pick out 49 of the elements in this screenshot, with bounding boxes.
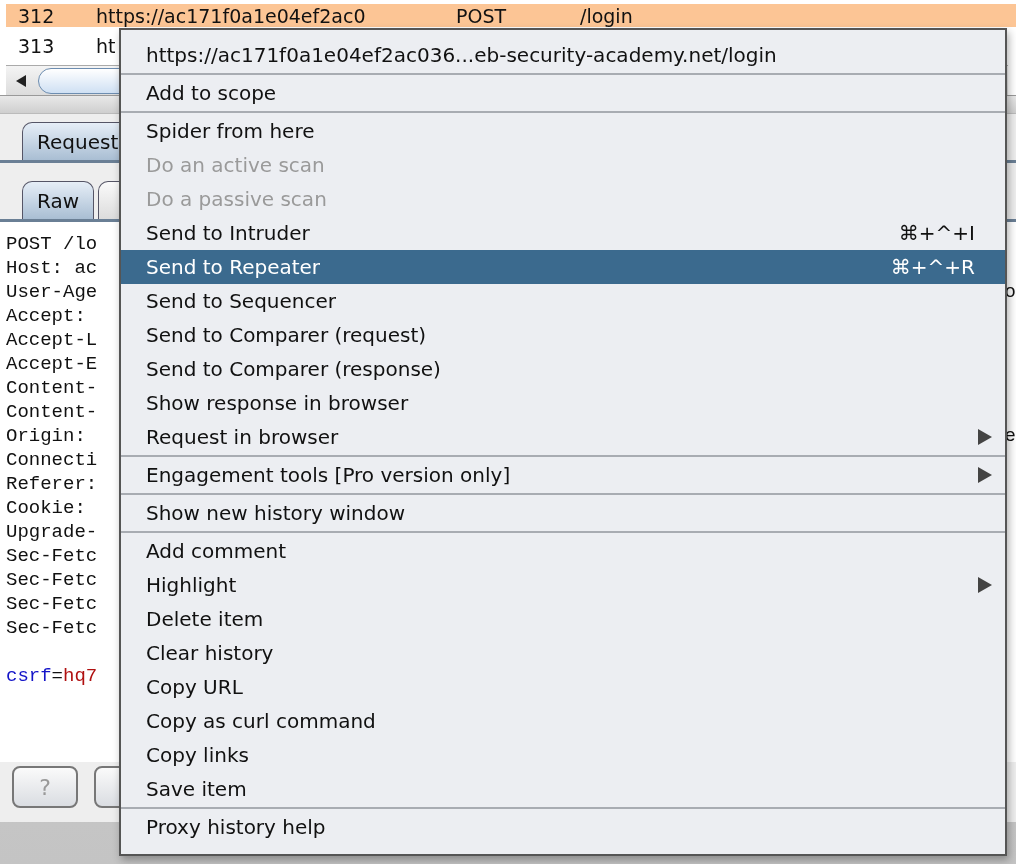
code-line: Accept-L [6,329,98,351]
table-cell: 312 [18,4,55,27]
table-cell: ht [96,35,116,57]
table-row[interactable]: 312 https://ac171f0a1e04ef2ac0 POST /login [6,4,1016,27]
table-cell: /login [580,4,633,27]
code-line: Accept-E [6,353,98,375]
code-line: POST /lo [6,233,98,255]
code-line: Sec-Fetc [6,593,98,615]
menu-item[interactable]: Copy links [121,738,1005,772]
code-line: Cookie: [6,497,86,519]
menu-item[interactable]: https://ac171f0a1e04ef2ac036...eb-security-academy.net/login [121,38,1005,72]
menu-item[interactable]: Show new history window [121,496,1005,530]
menu-item[interactable]: Add to scope [121,76,1005,110]
code-line: Sec-Fetc [6,569,98,591]
menu-item[interactable]: Send to Intruder ⌘+^+I [121,216,1005,250]
menu-item[interactable]: Proxy history help [121,810,1005,844]
code-line: Connecti [6,449,98,471]
menu-item[interactable]: Show response in browser [121,386,1005,420]
menu-item[interactable]: Send to Repeater ⌘+^+R [121,250,1005,284]
menu-item[interactable]: Send to Comparer (request) [121,318,1005,352]
code-line: Host: ac [6,257,98,279]
code-line: Sec-Fetc [6,617,98,639]
code-line: Accept: [6,305,86,327]
menu-item[interactable]: Copy URL [121,670,1005,704]
menu-item[interactable]: Clear history [121,636,1005,670]
code-line: Sec-Fetc [6,545,98,567]
code-line: csrf=hq7 [6,665,98,687]
table-cell: 313 [18,35,55,57]
menu-item[interactable]: Engagement tools [Pro version only] [121,458,1005,492]
tab[interactable]: Raw [22,181,95,219]
menu-item[interactable]: Copy as curl command [121,704,1005,738]
menu-item[interactable]: Highlight [121,568,1005,602]
menu-item[interactable]: Send to Sequencer [121,284,1005,318]
shortcut-label: ⌘+^+R [890,255,975,279]
menu-item[interactable]: Add comment [121,534,1005,568]
menu-item[interactable]: Save item [121,772,1005,806]
table-cell: POST [456,4,507,27]
code-line: Content- [6,377,98,399]
shortcut-label: ⌘+^+I [898,221,975,245]
left-arrow-icon[interactable] [14,73,28,88]
code-line: Content- [6,401,98,423]
code-line: Origin: [6,425,86,447]
menu-item[interactable]: Send to Comparer (response) [121,352,1005,386]
table-cell: https://ac171f0a1e04ef2ac0 [96,4,366,27]
code-line: Referer: [6,473,98,495]
menu-item[interactable]: Delete item [121,602,1005,636]
menu-item[interactable]: Request in browser [121,420,1005,454]
code-line: Upgrade- [6,521,98,543]
code-line: User-Age [6,281,98,303]
